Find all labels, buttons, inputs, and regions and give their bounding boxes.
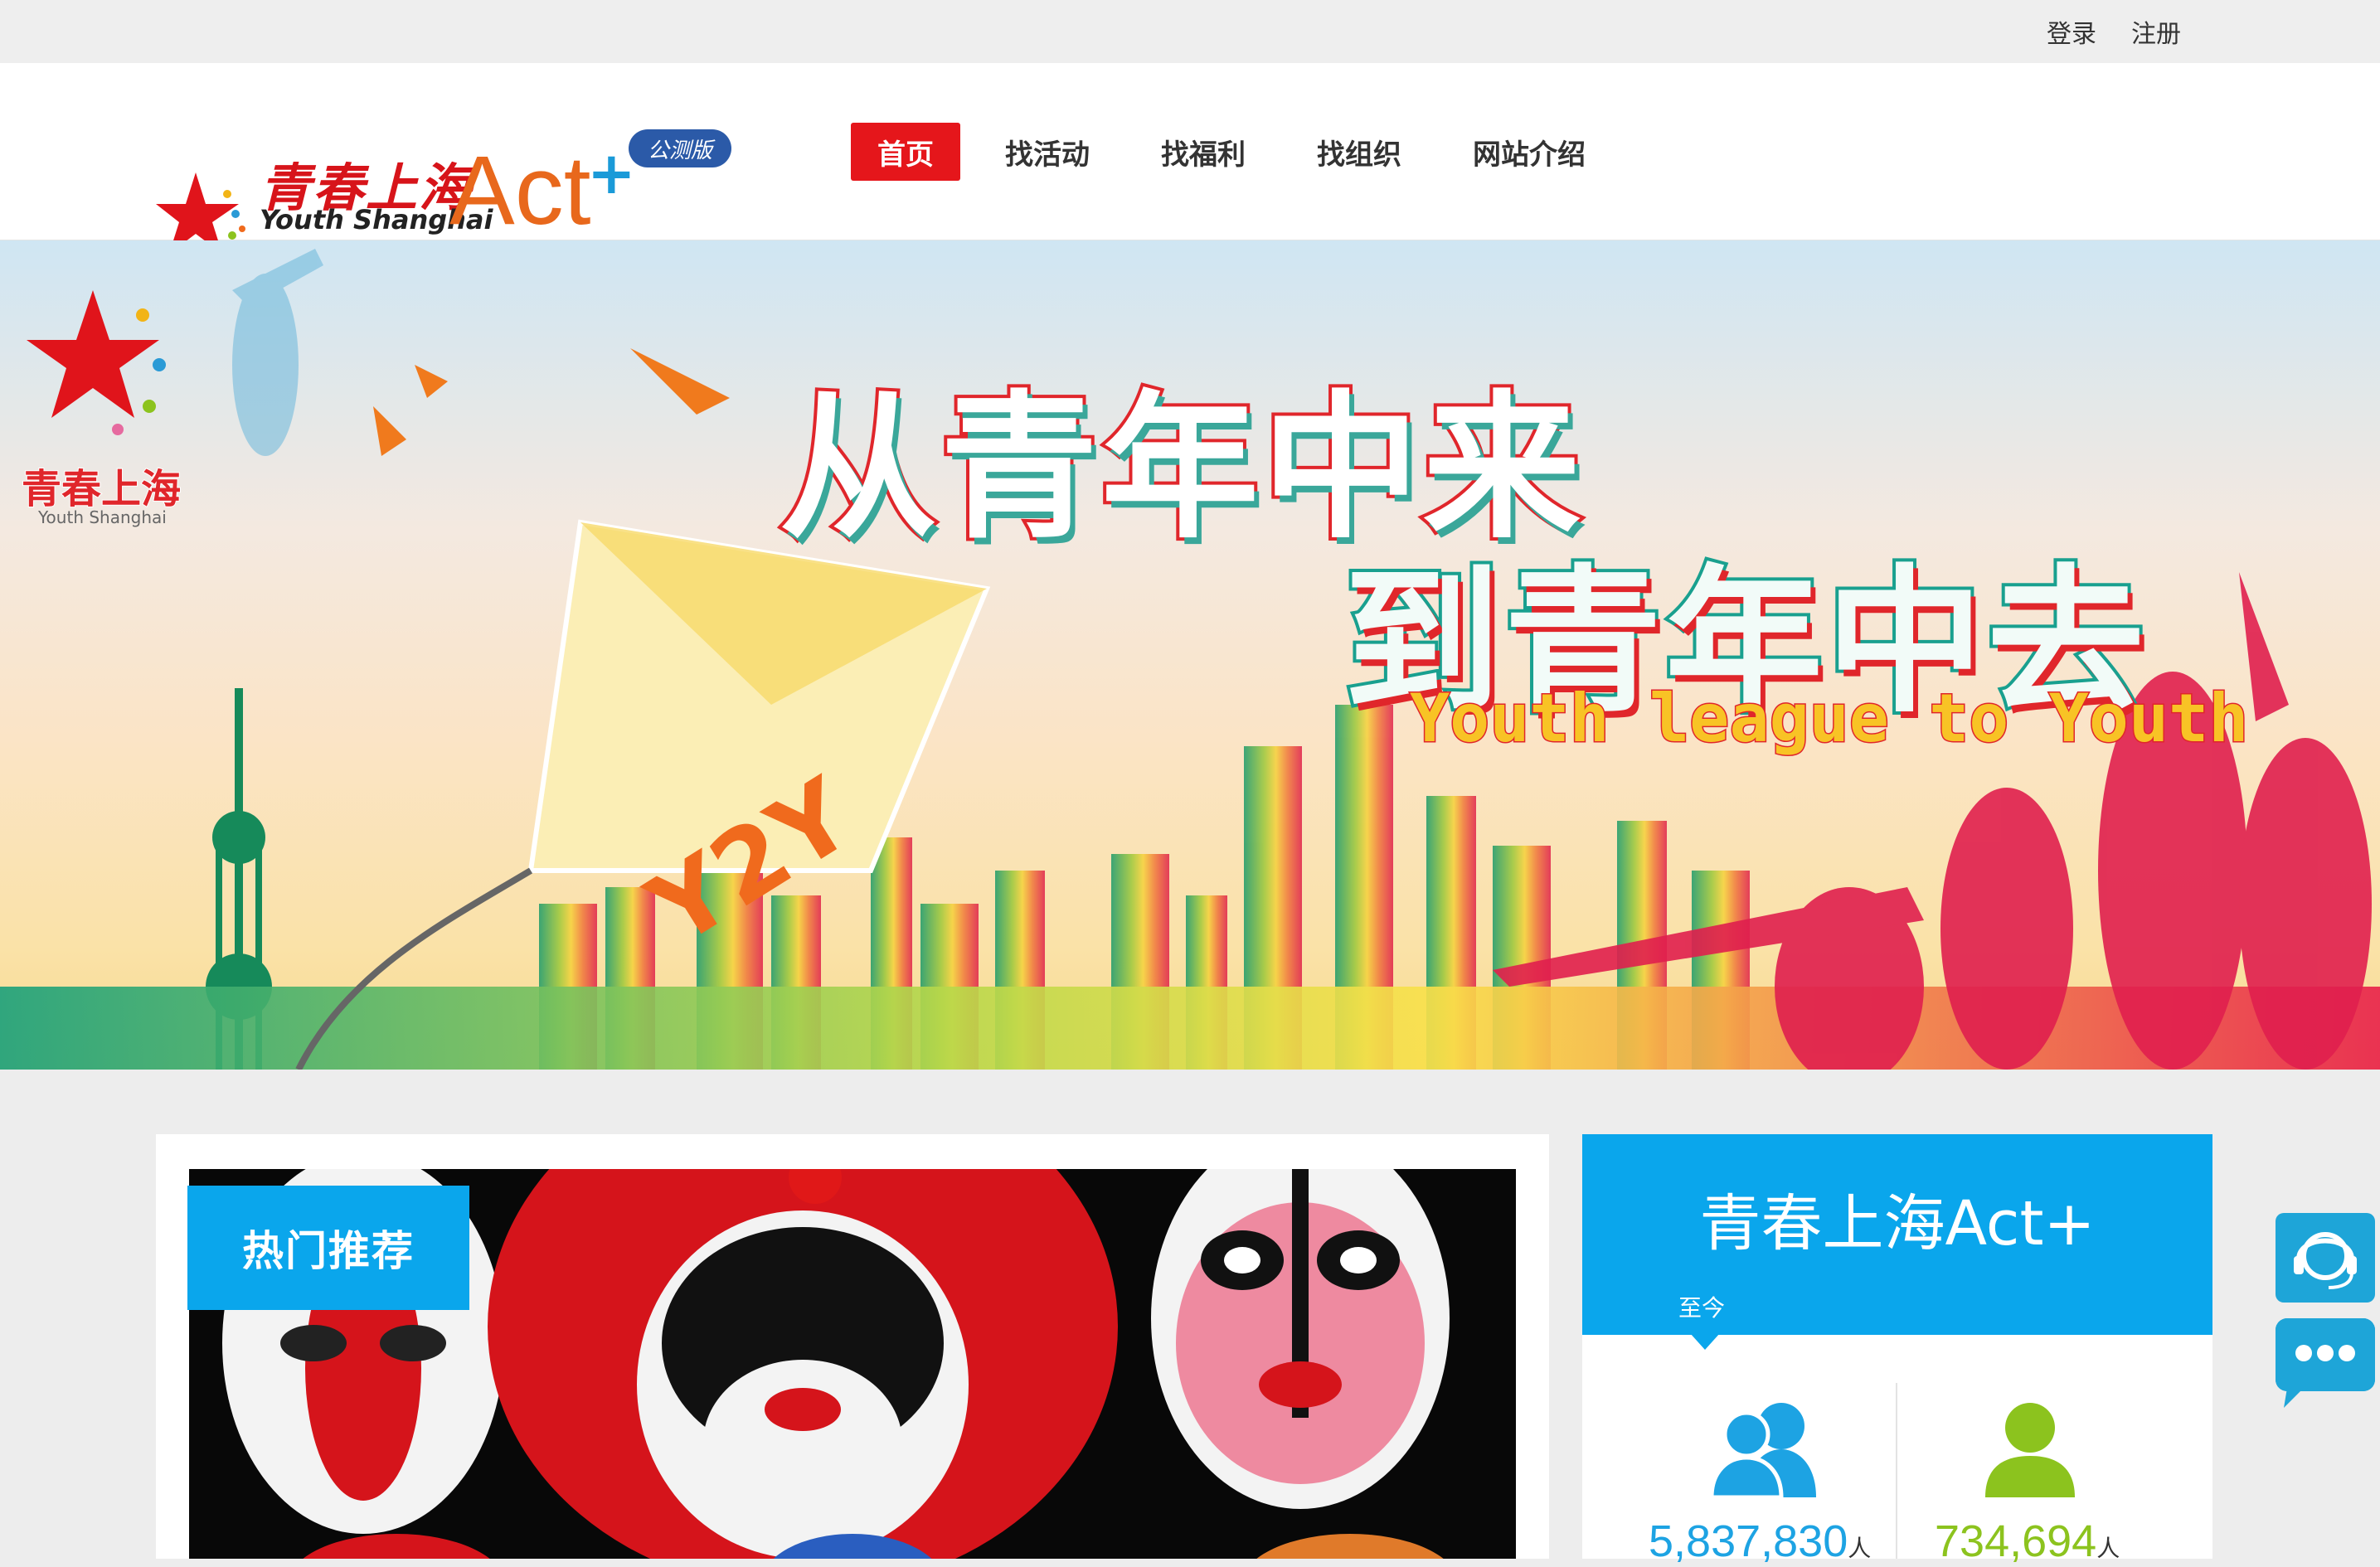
users-icon xyxy=(1709,1403,1816,1497)
banner-star-icon xyxy=(27,290,166,435)
hero-tagline: Youth league to Youth xyxy=(1408,679,2249,759)
auth-links: 登录 注册 xyxy=(2047,13,2181,50)
active-users-count: 734,694人 xyxy=(1935,1516,2120,1566)
nav-site-intro[interactable]: 网站介绍 xyxy=(1446,123,1612,181)
registered-users-count: 5,837,830人 xyxy=(1649,1516,1872,1566)
nav-find-organizations[interactable]: 找组织 xyxy=(1290,123,1428,181)
logo-act-text: Act xyxy=(449,136,591,245)
customer-service-button[interactable] xyxy=(2276,1213,2375,1303)
nav-home[interactable]: 首页 xyxy=(851,123,960,181)
site-header: 青春上海 Youth Shanghai Act + 公测版 首页 找活动 找福利… xyxy=(0,63,2380,267)
hot-recommend-tag: 热门推荐 xyxy=(187,1186,469,1310)
banner-logo-en: Youth Shanghai xyxy=(38,507,167,527)
nav-find-activities[interactable]: 找活动 xyxy=(979,123,1116,181)
featured-panel: 热门推荐 xyxy=(156,1134,1549,1559)
headset-icon xyxy=(2294,1232,2357,1289)
stats-header: 青春上海Act+ 至今 xyxy=(1582,1134,2212,1335)
registered-users-unit: 人 xyxy=(1848,1535,1872,1561)
active-users-unit: 人 xyxy=(2096,1535,2120,1561)
beta-badge: 公测版 xyxy=(629,129,731,167)
chat-bubble-icon xyxy=(2276,1318,2375,1408)
site-logo[interactable]: 青春上海 Youth Shanghai Act + 公测版 xyxy=(156,96,736,267)
stats-card: 青春上海Act+ 至今 5,837,830人 734,694人 xyxy=(1582,1134,2212,1566)
top-utility-bar: 登录 注册 xyxy=(0,0,2380,63)
register-link[interactable]: 注册 xyxy=(2131,13,2181,50)
hero-banner[interactable]: 青春上海 Youth Shanghai 从青年中来 到青年中去 Youth le… xyxy=(0,240,2380,1070)
chat-button[interactable] xyxy=(2276,1318,2375,1408)
banner-corner-logo: 青春上海 Youth Shanghai xyxy=(18,282,184,527)
stats-since-label: 至今 xyxy=(1678,1294,1726,1322)
main-nav: 首页 找活动 找福利 找组织 网站介绍 xyxy=(851,123,1630,181)
banner-logo-cn: 青春上海 xyxy=(21,465,182,513)
stats-header-notch xyxy=(1690,1333,1720,1350)
stats-divider xyxy=(1896,1383,1897,1559)
nav-find-benefits[interactable]: 找福利 xyxy=(1134,123,1272,181)
stats-title: 青春上海Act+ xyxy=(1699,1188,2096,1259)
user-icon xyxy=(1985,1403,2075,1497)
login-link[interactable]: 登录 xyxy=(2047,13,2096,50)
